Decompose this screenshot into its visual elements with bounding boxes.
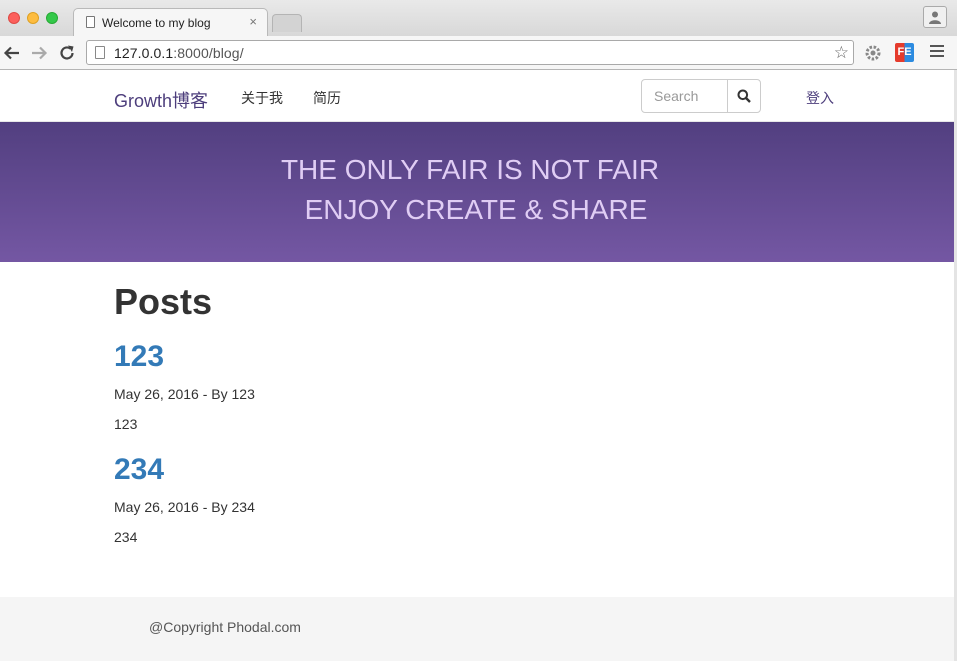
copyright-text: @Copyright Phodal.com xyxy=(149,619,301,635)
hero-banner: THE ONLY FAIR IS NOT FAIR ENJOY CREATE &… xyxy=(0,122,954,262)
post-title-link[interactable]: 234 xyxy=(114,453,164,487)
fe-extension-icon[interactable]: FE xyxy=(895,43,914,62)
post-title-link[interactable]: 123 xyxy=(114,340,164,374)
profile-icon xyxy=(929,11,941,24)
browser-toolbar: 127.0.0.1:8000/blog/ ☆ FE xyxy=(0,36,957,70)
address-bar[interactable]: 127.0.0.1:8000/blog/ ☆ xyxy=(86,40,854,65)
search-button[interactable] xyxy=(727,79,761,113)
nav-link-about[interactable]: 关于我 xyxy=(241,88,283,108)
tab-title: Welcome to my blog xyxy=(102,16,211,30)
page-icon xyxy=(95,46,105,59)
page-title: Posts xyxy=(114,281,213,322)
site-footer: @Copyright Phodal.com xyxy=(0,597,954,661)
hero-title: THE ONLY FAIR IS NOT FAIR xyxy=(280,154,660,185)
post-meta: May 26, 2016 - By 234 xyxy=(114,499,255,515)
window-minimize-button[interactable] xyxy=(27,12,39,24)
web-page: Growth博客 关于我 简历 登入 THE ONLY FAIR IS NOT … xyxy=(0,70,954,661)
search-input[interactable] xyxy=(641,79,728,113)
login-link[interactable]: 登入 xyxy=(806,88,834,108)
search-form xyxy=(641,79,761,113)
new-tab-button[interactable] xyxy=(272,14,302,32)
address-url: 127.0.0.1:8000/blog/ xyxy=(114,45,244,61)
search-icon xyxy=(737,89,751,103)
page-icon xyxy=(86,16,95,28)
profile-button[interactable] xyxy=(923,6,947,28)
window-close-button[interactable] xyxy=(8,12,20,24)
reload-icon[interactable] xyxy=(58,44,76,62)
window-zoom-button[interactable] xyxy=(46,12,58,24)
nav-link-resume[interactable]: 简历 xyxy=(313,88,341,108)
browser-titlebar: Welcome to my blog × xyxy=(0,0,957,36)
post-excerpt: 123 xyxy=(114,416,138,432)
post-excerpt: 234 xyxy=(114,529,138,545)
extension-gear-icon[interactable] xyxy=(864,44,882,62)
menu-icon[interactable] xyxy=(930,45,944,60)
browser-tab-active[interactable]: Welcome to my blog × xyxy=(73,8,268,36)
close-icon[interactable]: × xyxy=(249,14,257,29)
hero-subtitle: ENJOY CREATE & SHARE xyxy=(304,194,648,225)
forward-arrow-icon[interactable] xyxy=(30,44,48,62)
site-brand-link[interactable]: Growth博客 xyxy=(114,87,208,113)
site-navbar: Growth博客 关于我 简历 登入 xyxy=(0,70,954,122)
bookmark-star-icon[interactable]: ☆ xyxy=(834,43,849,63)
post-meta: May 26, 2016 - By 123 xyxy=(114,386,255,402)
back-arrow-icon[interactable] xyxy=(3,44,21,62)
